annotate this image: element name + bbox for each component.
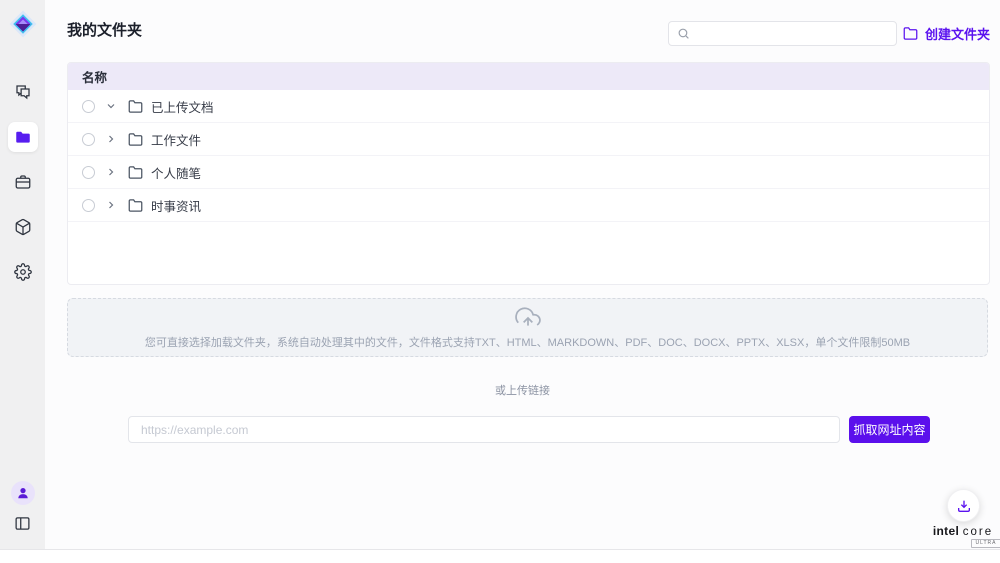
- sidebar-item-settings[interactable]: [8, 257, 38, 287]
- row-checkbox[interactable]: [82, 133, 95, 146]
- folder-row-label: 个人随笔: [151, 163, 201, 182]
- user-avatar[interactable]: [11, 481, 35, 505]
- download-fab-button[interactable]: [947, 489, 980, 522]
- search-input[interactable]: [696, 27, 888, 41]
- intel-core-logo: intel core ULTRA: [913, 524, 1000, 548]
- folder-icon: [128, 132, 143, 147]
- intel-ultra-badge: ULTRA: [971, 539, 1000, 548]
- chat-icon: [14, 83, 32, 101]
- app-logo-icon: [8, 9, 38, 39]
- upload-dropzone[interactable]: 您可直接选择加载文件夹，系统自动处理其中的文件，文件格式支持TXT、HTML、M…: [67, 298, 988, 357]
- intel-core-text: intel core: [933, 524, 993, 538]
- folder-icon: [128, 165, 143, 180]
- create-folder-icon: [903, 26, 918, 41]
- sidebar-item-models[interactable]: [8, 212, 38, 242]
- or-upload-link-label: 或上传链接: [45, 382, 1000, 398]
- gear-icon: [14, 263, 32, 281]
- sidebar: [0, 0, 45, 549]
- panel-toggle-icon: [14, 515, 31, 532]
- chevron-right-icon[interactable]: [105, 199, 117, 211]
- folder-icon: [128, 99, 143, 114]
- sidebar-item-chat[interactable]: [8, 77, 38, 107]
- folder-table: 名称 已上传文档 工作文件: [67, 62, 990, 285]
- row-checkbox[interactable]: [82, 100, 95, 113]
- cube-icon: [14, 218, 32, 236]
- table-row[interactable]: 时事资讯: [68, 189, 989, 222]
- app-window: 我的文件夹 创建文件夹 名称: [0, 0, 1000, 563]
- sidebar-item-folders[interactable]: [8, 122, 38, 152]
- folder-row-label: 已上传文档: [151, 97, 214, 116]
- panel-toggle-button[interactable]: [14, 515, 31, 537]
- table-row[interactable]: 个人随笔: [68, 156, 989, 189]
- chevron-right-icon[interactable]: [105, 133, 117, 145]
- chevron-down-icon[interactable]: [105, 100, 117, 112]
- download-icon: [956, 498, 972, 514]
- sidebar-item-toolbox[interactable]: [8, 167, 38, 197]
- search-icon: [677, 27, 690, 40]
- table-row[interactable]: 已上传文档: [68, 90, 989, 123]
- search-box: [668, 21, 897, 46]
- folder-row-label: 时事资讯: [151, 196, 201, 215]
- create-folder-label: 创建文件夹: [925, 24, 990, 43]
- url-input[interactable]: [128, 416, 840, 443]
- upload-hint-text: 您可直接选择加载文件夹，系统自动处理其中的文件，文件格式支持TXT、HTML、M…: [145, 334, 910, 350]
- folder-icon: [14, 128, 32, 146]
- row-checkbox[interactable]: [82, 166, 95, 179]
- briefcase-icon: [14, 173, 32, 191]
- create-folder-button[interactable]: 创建文件夹: [903, 24, 990, 43]
- folder-icon: [128, 198, 143, 213]
- folder-row-label: 工作文件: [151, 130, 201, 149]
- row-checkbox[interactable]: [82, 199, 95, 212]
- sidebar-nav: [8, 77, 38, 287]
- window-bottom-strip: [0, 550, 1000, 563]
- cloud-upload-icon: [515, 305, 541, 331]
- main-content: 我的文件夹 创建文件夹 名称: [45, 0, 1000, 563]
- page-title: 我的文件夹: [67, 19, 142, 40]
- table-header: 名称: [68, 63, 989, 90]
- fetch-url-button[interactable]: 抓取网址内容: [849, 416, 930, 443]
- user-avatar-icon: [16, 486, 30, 500]
- table-row[interactable]: 工作文件: [68, 123, 989, 156]
- chevron-right-icon[interactable]: [105, 166, 117, 178]
- sidebar-bottom: [11, 481, 35, 537]
- column-name-header: 名称: [82, 67, 107, 86]
